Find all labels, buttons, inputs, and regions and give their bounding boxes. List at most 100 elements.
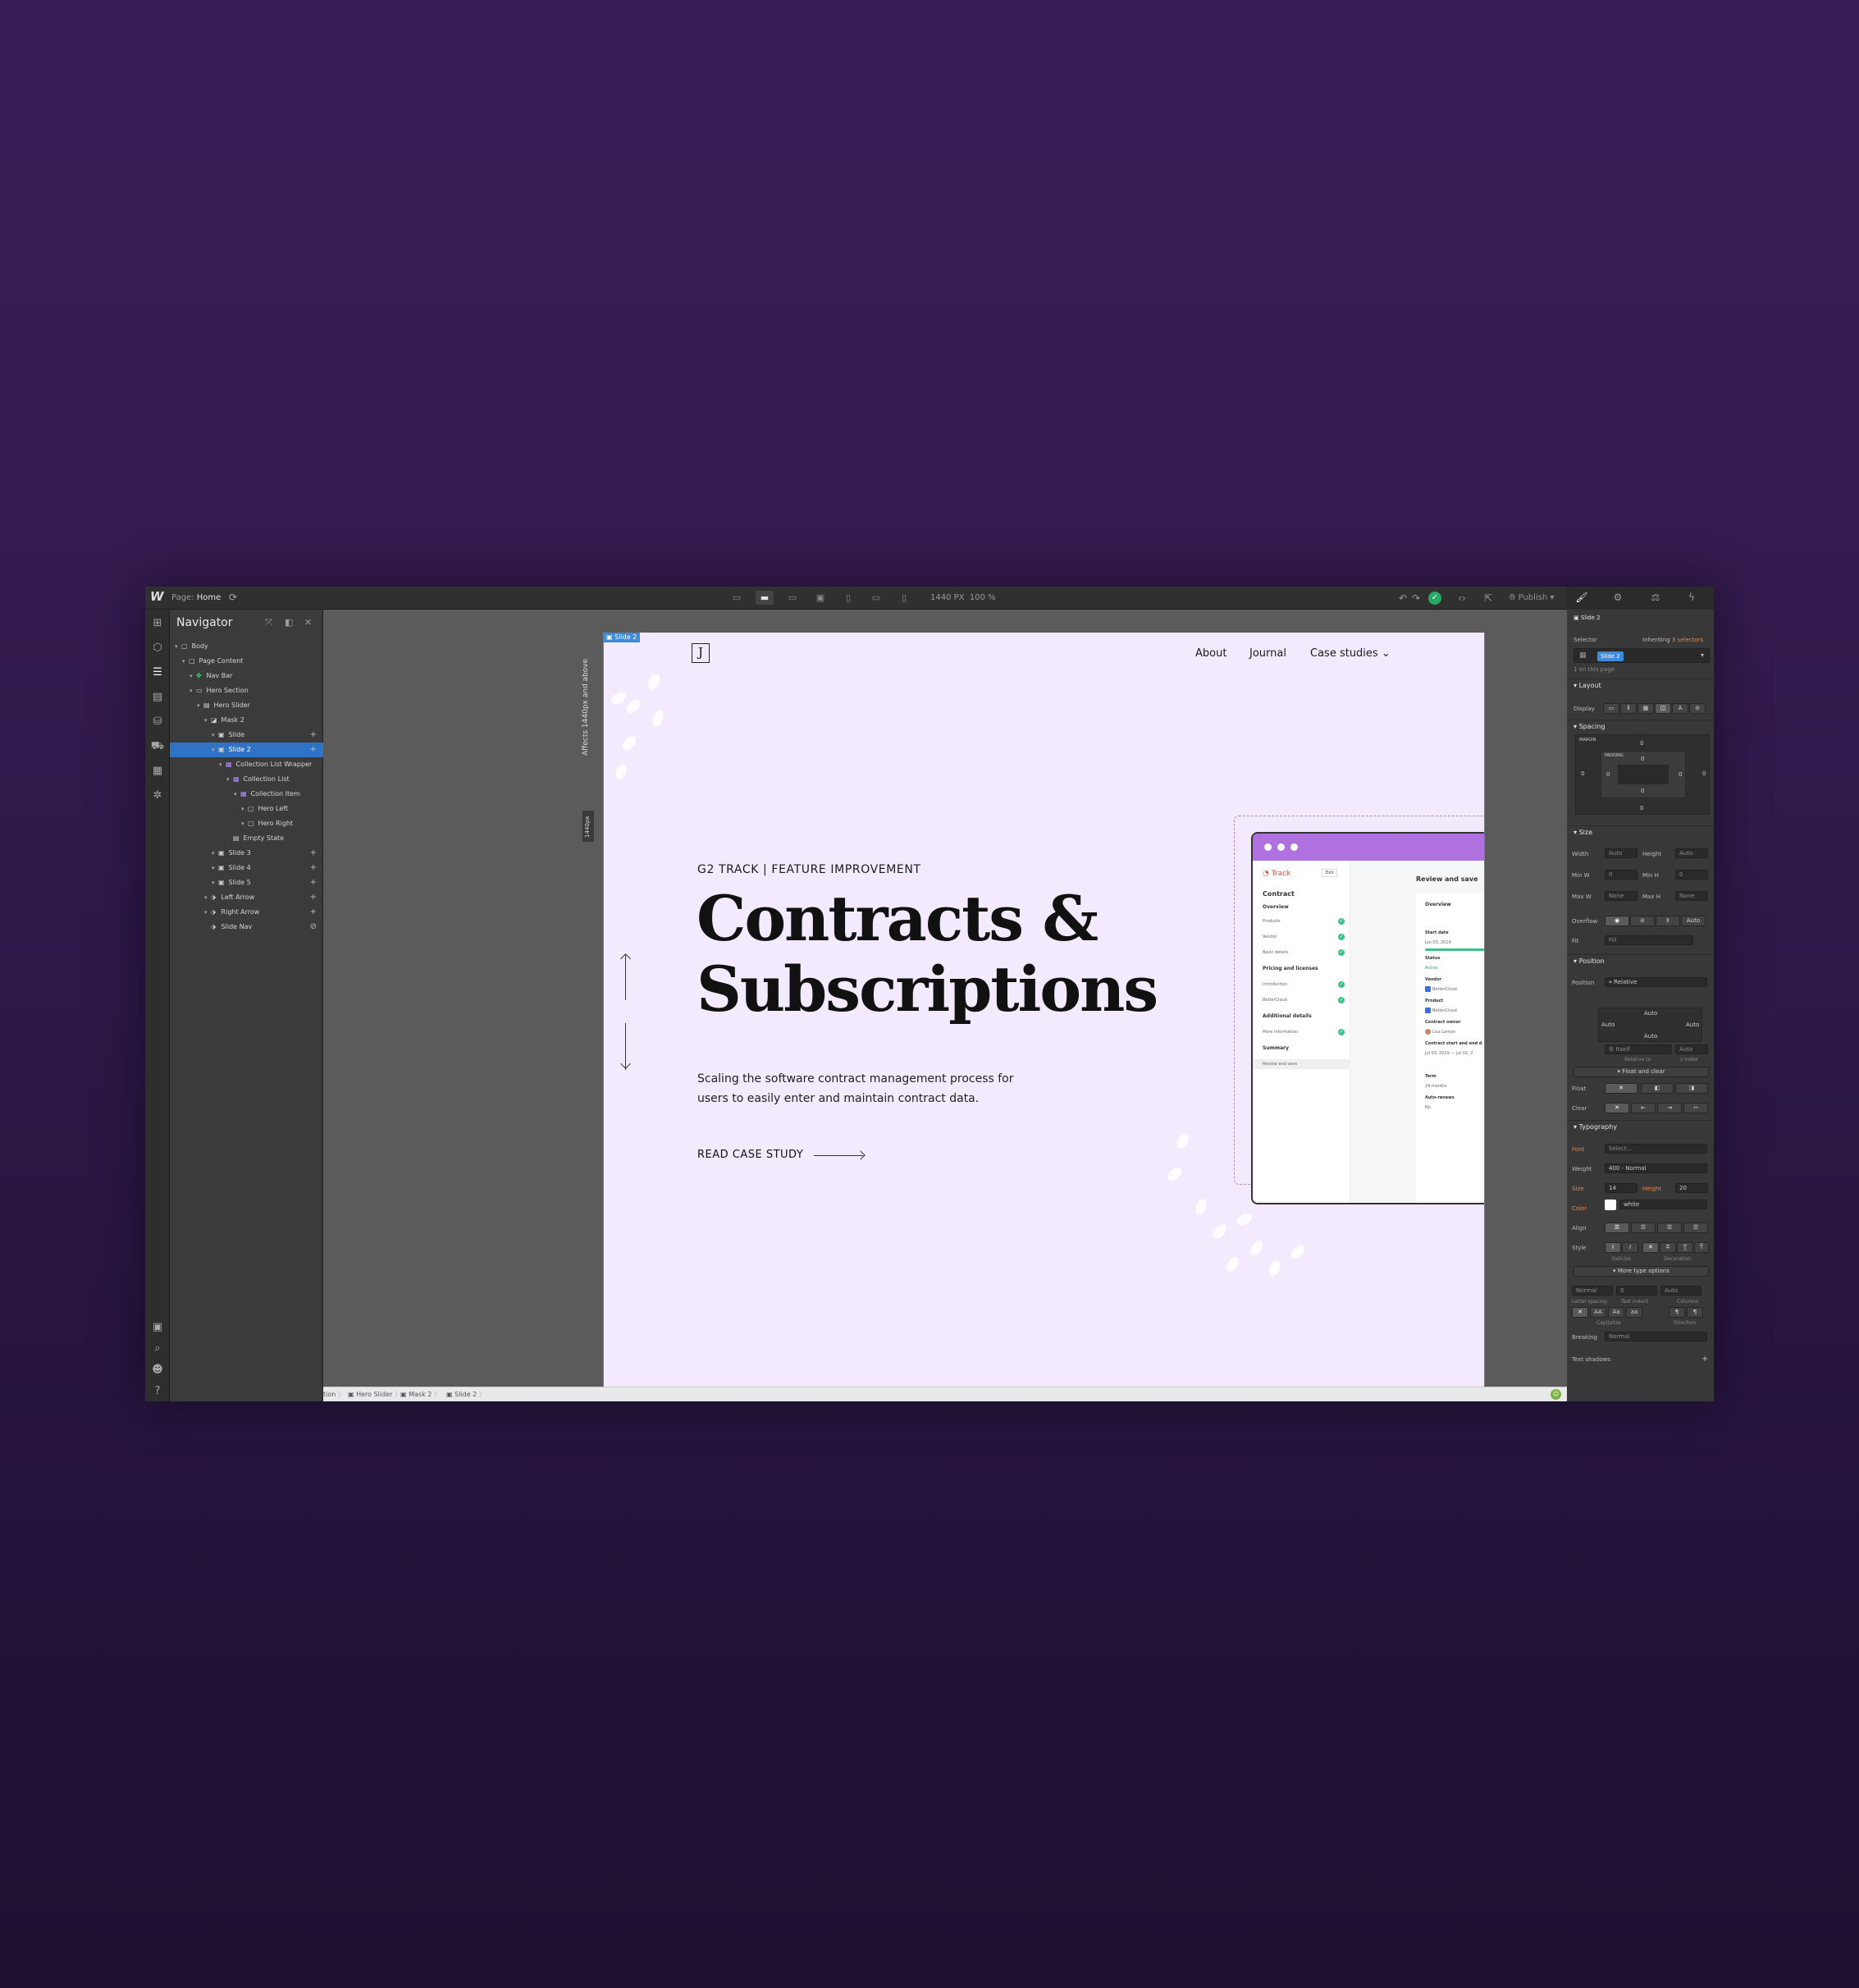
expand-caret-icon[interactable]: ▾ — [212, 875, 218, 890]
padding-left[interactable]: 0 — [1606, 771, 1610, 778]
breadcrumb-item[interactable]: ▣ Hero Slider 〉 — [348, 1387, 401, 1401]
expand-caret-icon[interactable]: ▾ — [204, 905, 211, 920]
offset-top[interactable]: Auto — [1644, 1010, 1657, 1017]
add-child-icon[interactable]: + — [310, 890, 317, 905]
add-text-shadow-icon[interactable]: + — [1701, 1355, 1708, 1364]
float-right-icon[interactable]: ◨ — [1675, 1083, 1708, 1094]
webflow-logo-icon[interactable]: W — [150, 589, 165, 606]
users-icon[interactable]: ☻ — [150, 1363, 165, 1378]
inheriting-count[interactable]: 3 selectors — [1672, 637, 1703, 643]
breadcrumb-item[interactable]: ▣ Slide 2 〉 — [446, 1387, 486, 1401]
direction-ltr-icon[interactable]: ¶ — [1669, 1307, 1685, 1318]
collapse-icon[interactable]: ⤧ — [265, 617, 272, 628]
capitalize-icon[interactable]: Aa — [1608, 1307, 1624, 1318]
overflow-hidden-icon[interactable]: ⊘ — [1630, 916, 1655, 926]
navigator-icon[interactable]: ☰ — [150, 665, 165, 680]
direction-rtl-icon[interactable]: ¶ — [1687, 1307, 1703, 1318]
columns-input[interactable]: Auto — [1660, 1286, 1701, 1296]
navigator-item[interactable]: ▾ ▢ Page Content — [170, 654, 323, 669]
typography-section[interactable]: ▾ Typography — [1567, 1120, 1714, 1133]
breakpoint-mobile-landscape-icon[interactable]: ▭ — [867, 591, 885, 605]
add-child-icon[interactable]: ⊘ — [310, 920, 317, 935]
expand-caret-icon[interactable]: ▾ — [219, 757, 226, 772]
site-preview[interactable]: J About Journal Case studies ⌄ G2 TRACK … — [603, 633, 1485, 1401]
expand-caret-icon[interactable]: ▾ — [212, 861, 218, 875]
letter-spacing-input[interactable]: Normal — [1572, 1286, 1613, 1296]
display-inline-block-icon[interactable]: ◫ — [1655, 703, 1671, 714]
expand-caret-icon[interactable]: ▾ — [197, 698, 203, 713]
height-input[interactable]: Auto — [1675, 848, 1708, 858]
overflow-visible-icon[interactable]: ◉ — [1605, 916, 1629, 926]
padding-bottom[interactable]: 0 — [1641, 788, 1644, 794]
navigator-item[interactable]: ▾ ▢ Body — [170, 639, 323, 654]
align-left-icon[interactable]: ☰ — [1605, 1223, 1629, 1233]
display-grid-icon[interactable]: ▦ — [1637, 703, 1654, 714]
navigator-item[interactable]: ▾ ▦ Collection Item — [170, 787, 323, 802]
navigator-item[interactable]: ⬗ Slide Nav ⊘ — [170, 920, 323, 935]
margin-right[interactable]: 0 — [1702, 770, 1706, 777]
clear-right-icon[interactable]: ⇥ — [1657, 1103, 1682, 1113]
z-index-input[interactable]: Auto — [1675, 1044, 1708, 1054]
breakpoint-desktop-icon[interactable]: ▭ — [783, 591, 802, 605]
min-width-input[interactable]: 0 — [1605, 870, 1637, 880]
breakpoint-mobile-icon[interactable]: ▯ — [895, 591, 913, 605]
export-icon[interactable]: ⇱ — [1481, 591, 1496, 606]
dock-icon[interactable]: ◧ — [285, 617, 293, 628]
float-clear-toggle[interactable]: ▾ Float and clear — [1574, 1067, 1709, 1077]
lowercase-icon[interactable]: aa — [1626, 1307, 1642, 1318]
selector-field[interactable]: ▦ Slide 2 ▾ — [1574, 648, 1710, 663]
expand-caret-icon[interactable]: ▾ — [241, 802, 248, 816]
display-none-icon[interactable]: ⊘ — [1689, 703, 1706, 714]
navigator-item[interactable]: ▾ ▤ Hero Slider — [170, 698, 323, 713]
selector-states-icon[interactable]: ▦ — [1579, 651, 1587, 660]
align-justify-icon[interactable]: ☰ — [1683, 1223, 1708, 1233]
position-offsets[interactable]: Auto Auto Auto Auto — [1598, 1008, 1702, 1042]
expand-caret-icon[interactable]: ▾ — [175, 639, 181, 654]
add-child-icon[interactable]: + — [310, 846, 317, 861]
nav-about-link[interactable]: About — [1195, 647, 1226, 660]
navigator-item[interactable]: ▾ ▭ Hero Section — [170, 683, 323, 698]
breaking-select[interactable]: Normal — [1605, 1332, 1707, 1341]
display-block-icon[interactable]: ▭ — [1603, 703, 1619, 714]
padding-box[interactable]: PADDING 0 0 0 0 — [1601, 751, 1686, 798]
expand-caret-icon[interactable]: ▾ — [212, 743, 218, 757]
expand-caret-icon[interactable]: ▾ — [226, 772, 233, 787]
breakpoint-base-icon[interactable]: ▣ — [811, 591, 829, 605]
publish-button[interactable]: ⟰ Publish ▾ — [1509, 593, 1554, 602]
add-child-icon[interactable]: + — [310, 905, 317, 920]
expand-caret-icon[interactable]: ▾ — [212, 728, 218, 743]
expand-caret-icon[interactable]: ▾ — [182, 654, 189, 669]
layout-section[interactable]: ▾ Layout — [1567, 679, 1714, 692]
interactions-bolt-icon[interactable]: ϟ — [1682, 592, 1701, 605]
style-manager-icon[interactable]: ⚖ — [1646, 592, 1665, 605]
line-height-input[interactable]: 20 — [1675, 1183, 1708, 1193]
selector-dropdown-icon[interactable]: ▾ — [1701, 651, 1704, 659]
position-section[interactable]: ▾ Position — [1567, 954, 1714, 967]
avatar[interactable]: ☺ — [1551, 1389, 1561, 1400]
add-child-icon[interactable]: + — [310, 728, 317, 743]
more-type-options-toggle[interactable]: ▾ More type options — [1574, 1266, 1709, 1277]
navigator-item[interactable]: ▾ ▦ Collection List Wrapper — [170, 757, 323, 772]
pages-icon[interactable]: ▤ — [150, 690, 165, 705]
saved-check-icon[interactable]: ✓ — [1428, 592, 1441, 605]
navigator-item[interactable]: ▾ ▣ Slide 3 + — [170, 846, 323, 861]
offset-bottom[interactable]: Auto — [1644, 1033, 1657, 1040]
settings-icon[interactable]: ✲ — [150, 788, 165, 803]
cms-icon[interactable]: ⛁ — [150, 715, 165, 729]
uppercase-icon[interactable]: AA — [1590, 1307, 1606, 1318]
breadcrumb-item[interactable]: tion 〉 — [323, 1387, 345, 1401]
assets-icon[interactable]: ▦ — [150, 764, 165, 779]
color-input[interactable]: white — [1619, 1200, 1707, 1209]
weight-select[interactable]: 400 - Normal — [1605, 1163, 1707, 1173]
add-child-icon[interactable]: + — [310, 861, 317, 875]
size-section[interactable]: ▾ Size — [1567, 825, 1714, 839]
display-inline-icon[interactable]: A — [1672, 703, 1688, 714]
underline-icon[interactable]: T̲ — [1677, 1242, 1693, 1253]
code-icon[interactable]: ‹› — [1455, 591, 1469, 606]
width-input[interactable]: Auto — [1605, 848, 1637, 858]
redo-icon[interactable]: ↷ — [1409, 591, 1423, 606]
font-select[interactable]: Select... — [1605, 1144, 1707, 1154]
navigator-item[interactable]: ▤ Empty State — [170, 831, 323, 846]
margin-top[interactable]: 0 — [1640, 740, 1643, 747]
max-width-input[interactable]: None — [1605, 891, 1637, 901]
